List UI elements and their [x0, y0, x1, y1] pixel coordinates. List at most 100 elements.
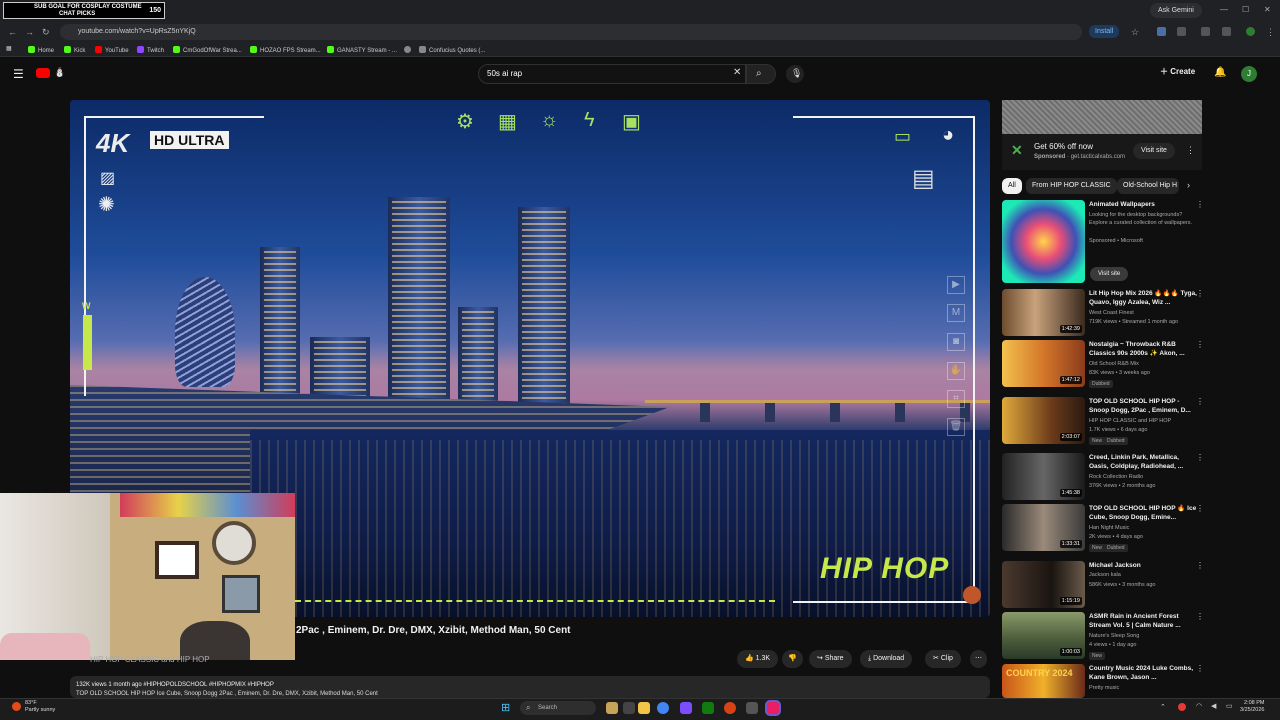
bookmark-confucius-quotes[interactable]: Confucius Quotes (... — [419, 46, 485, 54]
task-view-icon[interactable] — [623, 702, 635, 714]
close-window-icon[interactable]: ✕ — [1264, 5, 1271, 14]
duration-badge: 1:15:19 — [1059, 597, 1082, 605]
bridge — [645, 400, 990, 422]
rec-sponsor: Sponsored • Microsoft — [1089, 238, 1143, 244]
search-input[interactable]: 50s ai rap — [478, 64, 746, 84]
advertiser-logo-icon: ✕ — [1011, 142, 1023, 158]
like-button[interactable]: 👍 1.3K — [737, 650, 779, 668]
bookmark-star-icon[interactable]: ☆ — [1131, 27, 1139, 38]
bookmark-godofwar[interactable]: CmGodOfWar Strea... — [173, 46, 242, 54]
volume-icon[interactable]: ◀ — [1211, 702, 1216, 710]
bookmark-home[interactable]: Home — [28, 46, 54, 54]
download-icon[interactable] — [1222, 27, 1231, 36]
notifications-bell-icon[interactable]: 🔔 — [1214, 67, 1226, 78]
youtube-logo-icon[interactable] — [36, 68, 50, 78]
taskbar-app-icon[interactable] — [746, 702, 758, 714]
menu-kebab-icon[interactable]: ⋮ — [1266, 27, 1275, 38]
download-button[interactable]: ⤓ Download — [860, 650, 913, 668]
rec-menu-icon[interactable]: ⋮ — [1196, 289, 1204, 298]
play-icon: ▶ — [947, 276, 965, 294]
bookmark-youtube[interactable]: YouTube — [95, 46, 129, 54]
bookmark-confucius[interactable] — [404, 46, 414, 54]
minimize-icon[interactable]: — — [1220, 5, 1228, 14]
doodle-icon[interactable]: ⛄ — [54, 67, 65, 78]
chat-picks-text: CHAT PICKS — [59, 11, 96, 17]
channel-name[interactable]: HIP HOP CLASSIC and HIP HOP — [90, 655, 210, 664]
list-item[interactable]: 1:15:19 Michael Jackson Jackson kala 586… — [1002, 561, 1207, 608]
system-clock[interactable]: 2:08 PM 3/25/2026 — [1240, 700, 1264, 714]
create-button[interactable]: ＋ Create — [1160, 66, 1195, 77]
forward-icon[interactable]: → — [25, 27, 34, 37]
list-item[interactable]: COUNTRY 2024 Country Music 2024 Luke Com… — [1002, 664, 1207, 698]
xbox-icon[interactable] — [702, 702, 714, 714]
install-button[interactable]: Install — [1089, 25, 1120, 38]
battery-icon[interactable]: ▭ — [1226, 702, 1233, 710]
rec-title: Lit Hip Hop Mix 2026 🔥🔥🔥 Tyga, Quavo, Ig… — [1089, 290, 1197, 306]
voice-search-button[interactable]: 🎙 — [786, 65, 804, 83]
ad-banner-image[interactable] — [1002, 100, 1202, 134]
page-icon — [419, 46, 426, 53]
file-explorer-icon[interactable] — [638, 702, 650, 714]
avatar[interactable]: J — [1241, 66, 1257, 82]
extensions-puzzle-icon[interactable] — [1177, 27, 1186, 36]
tray-app-icon[interactable] — [1178, 703, 1186, 711]
dislike-button[interactable]: 👎 — [782, 650, 803, 668]
extension-icon[interactable] — [1157, 27, 1166, 36]
taskbar-search[interactable]: ⌕ Search — [520, 701, 596, 715]
rec-menu-icon[interactable]: ⋮ — [1196, 504, 1204, 513]
apps-grid-icon[interactable]: ▦ — [6, 45, 12, 52]
visit-site-button[interactable]: Visit site — [1090, 267, 1129, 281]
tray-chevron-icon[interactable]: ⌃ — [1160, 703, 1166, 711]
weather-widget[interactable]: 83°F Partly sunny — [25, 700, 55, 714]
clip-label: Clip — [940, 655, 953, 662]
rec-menu-icon[interactable]: ⋮ — [1196, 453, 1204, 462]
taskbar-app-icon[interactable] — [680, 702, 692, 714]
bookmark-kick[interactable]: Kick — [64, 46, 85, 54]
chip-from-channel[interactable]: From HIP HOP CLASSIC — [1026, 178, 1117, 194]
share-button[interactable]: ↪ Share — [809, 650, 852, 668]
list-item[interactable]: 1:42:39 Lit Hip Hop Mix 2026 🔥🔥🔥 Tyga, Q… — [1002, 289, 1207, 336]
ask-gemini-button[interactable]: Ask Gemini — [1150, 3, 1202, 18]
list-item[interactable]: 1:33:31 TOP OLD SCHOOL HIP HOP 🔥 Ice Cub… — [1002, 504, 1207, 552]
channel-watermark-icon[interactable] — [963, 586, 981, 604]
sidebar-icon[interactable] — [1201, 27, 1210, 36]
clip-button[interactable]: ✂ Clip — [925, 650, 961, 668]
profile-icon[interactable] — [1246, 27, 1255, 36]
maximize-icon[interactable]: ☐ — [1242, 5, 1249, 14]
bookmark-twitch[interactable]: Twitch — [137, 46, 164, 54]
rec-menu-icon[interactable]: ⋮ — [1196, 561, 1204, 570]
url-field[interactable]: youtube.com/watch?v=UpRsZ5nYKjQ — [60, 24, 1082, 40]
rec-menu-icon[interactable]: ⋮ — [1196, 612, 1204, 621]
list-item[interactable]: 1:45:38 Creed, Linkin Park, Metallica, O… — [1002, 453, 1207, 500]
search-button[interactable]: ⌕ — [746, 64, 776, 84]
ad-visit-site-button[interactable]: Visit site — [1133, 143, 1175, 159]
obs-active-icon[interactable] — [767, 702, 779, 714]
back-icon[interactable]: ← — [8, 27, 17, 37]
bookmark-hozao[interactable]: HOZAO FPS Stream... — [250, 46, 321, 54]
list-item[interactable]: 1:00:03 ASMR Rain in Ancient Forest Stre… — [1002, 612, 1207, 660]
ad-menu-icon[interactable]: ⋮ — [1186, 145, 1195, 156]
taskbar-app-icon[interactable] — [724, 702, 736, 714]
list-item[interactable]: Animated Wallpapers Looking for the desk… — [1002, 200, 1207, 284]
rec-menu-icon[interactable]: ⋮ — [1196, 397, 1204, 406]
chip-old-school[interactable]: Old-School Hip H — [1117, 178, 1179, 194]
windows-start-icon[interactable]: ⊞ — [501, 701, 510, 714]
weather-icon[interactable] — [12, 702, 21, 711]
rec-menu-icon[interactable]: ⋮ — [1196, 664, 1204, 673]
chip-all[interactable]: All — [1002, 178, 1022, 194]
reload-icon[interactable]: ↻ — [42, 27, 50, 38]
clear-search-icon[interactable]: ✕ — [733, 67, 741, 78]
chrome-icon[interactable] — [657, 702, 669, 714]
list-item[interactable]: 2:03:07 TOP OLD SCHOOL HIP HOP - Snoop D… — [1002, 397, 1207, 445]
boombox-icon: ▤ — [912, 165, 935, 192]
wifi-icon[interactable]: ◠ — [1196, 702, 1202, 710]
more-actions-button[interactable]: ⋯ — [970, 650, 987, 668]
rec-menu-icon[interactable]: ⋮ — [1196, 200, 1204, 209]
hamburger-menu-icon[interactable]: ☰ — [13, 67, 24, 81]
list-item[interactable]: 1:47:12 Nostalgia ~ Throwback R&B Classi… — [1002, 340, 1207, 388]
taskbar-app-icon[interactable] — [606, 702, 618, 714]
rec-menu-icon[interactable]: ⋮ — [1196, 340, 1204, 349]
chevron-right-icon[interactable]: › — [1187, 180, 1190, 190]
more-icon: ⋯ — [975, 655, 982, 662]
bookmark-ganasty[interactable]: GANASTY Stream - ... — [327, 46, 397, 54]
